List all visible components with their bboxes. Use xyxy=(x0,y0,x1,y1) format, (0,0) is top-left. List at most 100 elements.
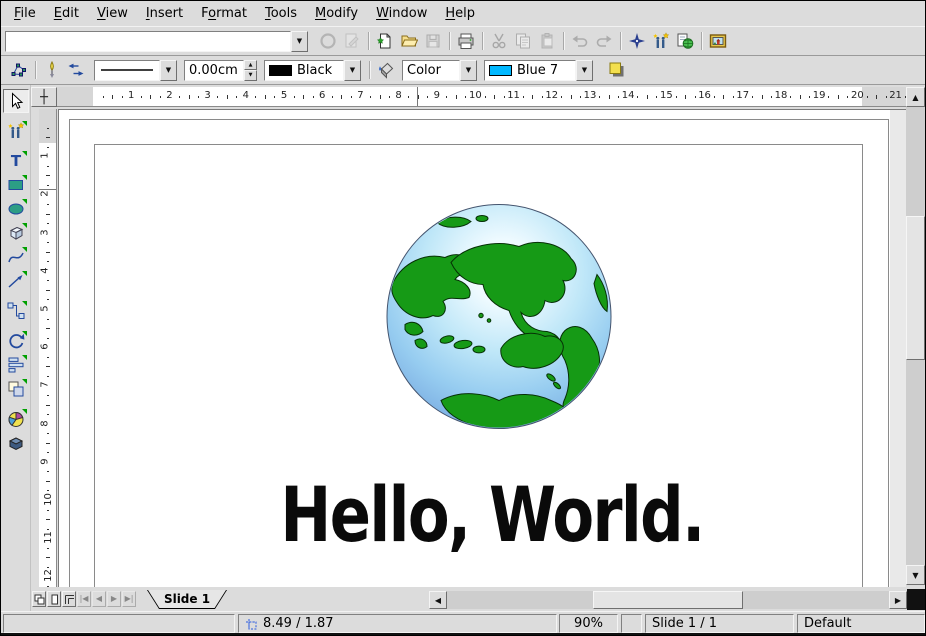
edit-points-icon[interactable] xyxy=(7,58,31,82)
ruler-origin-button[interactable]: ┼ xyxy=(31,87,57,107)
ruler-cursor-indicator xyxy=(39,189,56,190)
url-dropdown-button[interactable]: ▼ xyxy=(291,31,308,52)
menu-window[interactable]: Window xyxy=(367,3,436,24)
fill-color-combobox[interactable]: Blue 7 ▼ xyxy=(484,60,593,81)
line-color-dropdown-button[interactable]: ▼ xyxy=(344,60,361,81)
ruler-number: 3 xyxy=(40,229,51,235)
ruler-number: 9 xyxy=(431,90,443,101)
line-style-sample xyxy=(99,67,155,73)
zoom-icon[interactable] xyxy=(649,29,673,53)
line-width-value[interactable]: 0.00cm xyxy=(184,60,244,81)
ruler-number: 20 xyxy=(851,90,863,101)
text-tool-button[interactable]: T xyxy=(3,149,29,173)
scroll-left-button[interactable]: ◀ xyxy=(429,591,447,609)
tab-label[interactable]: Slide 1 xyxy=(148,590,226,608)
vertical-scrollbar-thumb[interactable] xyxy=(906,216,925,360)
navigator-icon[interactable] xyxy=(625,29,649,53)
alignment-tool-button[interactable] xyxy=(3,353,29,377)
ruler-number: 7 xyxy=(40,382,51,388)
line-color-label: Black xyxy=(297,63,332,78)
save-icon xyxy=(421,29,445,53)
menu-view[interactable]: View xyxy=(88,3,137,24)
pen-icon[interactable] xyxy=(40,58,64,82)
ruler-number: 15 xyxy=(660,90,672,101)
line-width-spin-buttons[interactable]: ▲▼ xyxy=(244,60,257,81)
line-style-dropdown-button[interactable]: ▼ xyxy=(160,60,177,81)
line-color-combobox[interactable]: Black ▼ xyxy=(264,60,361,81)
arrow-style-icon[interactable] xyxy=(64,58,88,82)
ruler-number: 10 xyxy=(43,493,54,506)
line-color-swatch xyxy=(269,65,292,76)
vertical-ruler[interactable]: 123456789101112 xyxy=(39,109,57,587)
ruler-number: 2 xyxy=(40,191,51,197)
ruler-number: 18 xyxy=(775,90,787,101)
zoom-tool-button[interactable] xyxy=(3,119,29,143)
new-document-icon[interactable] xyxy=(373,29,397,53)
submenu-flag xyxy=(22,223,27,228)
main-toolbar: T xyxy=(1,85,31,611)
gallery-icon[interactable] xyxy=(706,29,730,53)
slide-title-text[interactable]: Hello, World. xyxy=(280,477,703,553)
undo-icon xyxy=(568,29,592,53)
status-bar: 8.49 / 1.87 90% Slide 1 / 1 Default xyxy=(1,611,925,635)
connector-tool-button[interactable] xyxy=(3,299,29,323)
globe-graphic[interactable] xyxy=(385,202,613,431)
ruler-number: 6 xyxy=(40,344,51,350)
arrange-tool-button[interactable] xyxy=(3,377,29,401)
curve-tool-button[interactable] xyxy=(3,245,29,269)
submenu-flag xyxy=(22,121,27,126)
fill-style-label[interactable]: Color xyxy=(402,60,460,81)
menu-format[interactable]: Format xyxy=(192,3,256,24)
line-arrow-tool-button[interactable] xyxy=(3,269,29,293)
horizontal-scrollbar-thumb[interactable] xyxy=(593,591,743,609)
separator xyxy=(559,30,568,52)
url-input[interactable] xyxy=(5,31,291,52)
horizontal-ruler[interactable]: 123456789101112131415161718192021 xyxy=(57,87,906,107)
fill-color-dropdown-button[interactable]: ▼ xyxy=(576,60,593,81)
shadow-icon[interactable] xyxy=(605,58,629,82)
rectangle-tool-button[interactable] xyxy=(3,173,29,197)
url-combobox[interactable]: ▼ xyxy=(5,31,308,52)
mode-master-button[interactable] xyxy=(47,591,61,607)
ruler-number: 8 xyxy=(40,420,51,426)
rotate-tool-button[interactable] xyxy=(3,329,29,353)
ruler-number: 2 xyxy=(163,90,175,101)
menu-edit[interactable]: Edit xyxy=(45,3,88,24)
menu-file[interactable]: File xyxy=(5,3,45,24)
ellipse-tool-button[interactable] xyxy=(3,197,29,221)
ruler-cursor-indicator xyxy=(417,87,418,106)
select-tool-button[interactable] xyxy=(3,89,29,113)
paint-can-icon[interactable] xyxy=(374,58,398,82)
object-bar: ▼ 0.00cm ▲▼ Black ▼ Color ▼ Blue 7 ▼ xyxy=(1,56,925,85)
scroll-right-button[interactable]: ▶ xyxy=(889,591,907,609)
tab-slide-1[interactable]: Slide 1 xyxy=(147,590,227,609)
ruler-number: 16 xyxy=(698,90,710,101)
slide-canvas[interactable]: Hello, World. xyxy=(58,109,906,587)
menu-tools[interactable]: Tools xyxy=(256,3,306,24)
open-icon[interactable] xyxy=(397,29,421,53)
mode-slide-button[interactable] xyxy=(32,591,46,607)
print-icon[interactable] xyxy=(454,29,478,53)
ruler-number: 17 xyxy=(736,90,748,101)
mode-layer-button[interactable] xyxy=(62,591,76,607)
hyperlink-icon[interactable] xyxy=(673,29,697,53)
line-width-spinner[interactable]: 0.00cm ▲▼ xyxy=(184,60,257,81)
fill-style-combobox[interactable]: Color ▼ xyxy=(402,60,477,81)
scroll-down-button[interactable]: ▼ xyxy=(906,565,925,585)
line-style-combobox[interactable]: ▼ xyxy=(94,60,177,81)
menu-modify[interactable]: Modify xyxy=(306,3,367,24)
menu-help[interactable]: Help xyxy=(436,3,484,24)
scroll-up-button[interactable]: ▲ xyxy=(906,87,925,107)
status-style-panel[interactable]: Default xyxy=(797,614,925,633)
position-icon xyxy=(245,618,257,630)
scrollbar-corner xyxy=(907,589,926,610)
menu-insert[interactable]: Insert xyxy=(137,3,192,24)
ruler-number: 10 xyxy=(469,90,481,101)
insert-tool-button[interactable] xyxy=(3,407,29,431)
status-zoom-panel[interactable]: 90% xyxy=(559,614,618,633)
3d-object-tool-button[interactable] xyxy=(3,221,29,245)
function-bar: ▼ xyxy=(1,27,925,56)
fill-style-dropdown-button[interactable]: ▼ xyxy=(460,60,477,81)
effects-3d-tool-button[interactable] xyxy=(3,431,29,455)
submenu-flag xyxy=(22,379,27,384)
